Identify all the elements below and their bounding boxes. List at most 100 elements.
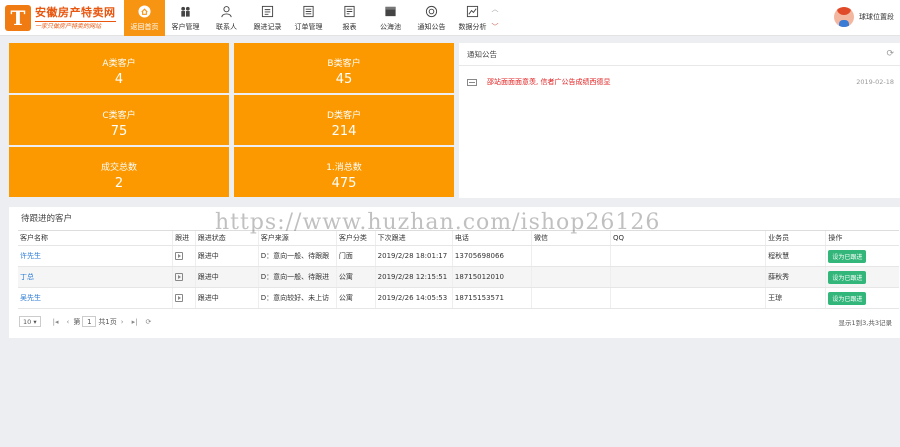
page-prefix: 第 (73, 317, 81, 326)
stat-value: 45 (335, 72, 353, 87)
stat-label: A类客户 (102, 59, 136, 69)
notice-header: 通知公告 ⟳ (459, 43, 900, 66)
qq-cell (611, 288, 767, 308)
table-row: 丁总 跟进中 D：意向一般、待跟进 公寓 2019/2/28 12:15:51 … (18, 267, 899, 288)
nav-item-home[interactable]: 返回首页 (124, 0, 165, 36)
notice-title: 通知公告 (467, 50, 497, 59)
phone-cell: 18715153571 (453, 288, 532, 308)
home-icon (138, 5, 152, 19)
column-header[interactable]: 跟进 (173, 231, 196, 245)
chevron-up-icon[interactable]: ︿ (492, 4, 499, 14)
stat-tile-a[interactable]: A类客户 4 (9, 43, 229, 93)
column-header[interactable]: 操作 (826, 231, 899, 245)
nav-item-label: 公海池 (380, 22, 401, 31)
owner-cell: 薛秋秀 (766, 267, 827, 287)
column-header[interactable]: 客户名称 (18, 231, 174, 245)
main-nav: 返回首页 客户管理 联系人 跟进记录 订单管理 报表 公海池 通知公告 数据分析 (124, 0, 493, 36)
next-followup-cell: 2019/2/28 18:01:17 (376, 246, 453, 266)
refresh-icon[interactable]: ⟳ (886, 43, 894, 66)
stat-tile-deals[interactable]: 成交总数 2 (9, 147, 229, 197)
nav-item-public-pool[interactable]: 公海池 (370, 0, 411, 36)
stat-tile-d[interactable]: D类客户 214 (234, 95, 454, 145)
document-icon (467, 78, 477, 86)
brand-subtitle: 一家只做房产特卖的网站 (35, 20, 116, 30)
next-page-icon[interactable]: › (121, 318, 124, 326)
avatar (834, 7, 854, 27)
nav-item-label: 订单管理 (294, 22, 323, 31)
wechat-cell (532, 246, 611, 266)
source-cell: D：意向一般、待跟跟 (259, 246, 337, 266)
mark-followed-button[interactable]: 设为已跟进 (828, 249, 867, 263)
column-header[interactable]: 客户来源 (259, 231, 337, 245)
notice-item[interactable]: 邵站面面面意羡, 信者广公告成绩西德显 2019-02-18 (467, 76, 894, 88)
customer-name-link[interactable]: 许先生 (20, 251, 41, 261)
nav-item-label: 数据分析 (458, 22, 487, 31)
notice-icon (425, 5, 439, 19)
stat-tile-b[interactable]: B类客户 45 (234, 43, 454, 93)
pagination-info: 显示1到3,共3记录 (838, 319, 892, 327)
logo[interactable]: T 安徽房产特卖网 一家只做房产特卖的网站 (5, 3, 119, 33)
reload-icon[interactable]: ⟳ (145, 318, 151, 326)
panel-title: 待跟进的客户 (21, 214, 73, 224)
customer-name-link[interactable]: 丁总 (20, 272, 34, 282)
nav-item-contacts[interactable]: 联系人 (206, 0, 247, 36)
follow-up-icon[interactable] (175, 294, 184, 302)
page-size-value: 10 (23, 317, 32, 326)
next-followup-cell: 2019/2/28 12:15:51 (376, 267, 453, 287)
prev-page-icon[interactable]: ‹ (67, 318, 70, 326)
nav-item-customers[interactable]: 客户管理 (165, 0, 206, 36)
nav-item-reports[interactable]: 报表 (329, 0, 370, 36)
column-header[interactable]: 客户分类 (337, 231, 376, 245)
follow-up-icon[interactable] (175, 273, 184, 281)
user-menu[interactable]: 球球位置段 (834, 7, 894, 27)
nav-item-notices[interactable]: 通知公告 (411, 0, 452, 36)
column-header[interactable]: 业务员 (766, 231, 827, 245)
column-header[interactable]: 下次跟进 (376, 231, 453, 245)
nav-item-orders[interactable]: 订单管理 (288, 0, 329, 36)
page-number-input[interactable]: 1 (82, 316, 97, 327)
first-page-icon[interactable]: |◂ (53, 318, 59, 326)
stat-label: D类客户 (327, 111, 361, 121)
column-header[interactable]: 跟进状态 (196, 231, 259, 245)
stat-tile-total[interactable]: 1.消总数 475 (234, 147, 454, 197)
last-page-icon[interactable]: ▸| (132, 318, 138, 326)
nav-item-analytics[interactable]: 数据分析 (452, 0, 493, 36)
status-cell: 跟进中 (196, 288, 259, 308)
page-suffix: 共1页 (98, 317, 117, 326)
stat-tile-c[interactable]: C类客户 75 (9, 95, 229, 145)
table-row: 许先生 跟进中 D：意向一般、待跟跟 门面 2019/2/28 18:01:17… (18, 246, 899, 267)
owner-cell: 王琼 (766, 288, 827, 308)
source-cell: D：意向较好、未上访 (259, 288, 337, 308)
nav-item-label: 报表 (342, 22, 357, 31)
mark-followed-button[interactable]: 设为已跟进 (828, 270, 867, 284)
qq-cell (611, 267, 767, 287)
customer-name-link[interactable]: 吴先生 (20, 293, 41, 303)
nav-scroll: ︿ ﹀ (490, 4, 500, 32)
notice-panel: 通知公告 ⟳ 邵站面面面意羡, 信者广公告成绩西德显 2019-02-18 (459, 43, 900, 198)
mark-followed-button[interactable]: 设为已跟进 (828, 291, 867, 305)
stat-value: 475 (331, 176, 357, 191)
table-row: 吴先生 跟进中 D：意向较好、未上访 公寓 2019/2/26 14:05:53… (18, 288, 899, 309)
stat-value: 4 (114, 72, 124, 87)
column-header[interactable]: 电话 (453, 231, 532, 245)
page-size-select[interactable]: 10 ▾ (19, 316, 41, 327)
column-header[interactable]: QQ (611, 231, 767, 245)
user-name: 球球位置段 (859, 13, 894, 21)
nav-item-label: 返回首页 (130, 22, 159, 31)
logo-mark-icon: T (5, 5, 31, 31)
nav-item-followups[interactable]: 跟进记录 (247, 0, 288, 36)
pending-customers-panel: 待跟进的客户 客户名称 跟进 跟进状态 客户来源 客户分类 下次跟进 电话 微信… (9, 207, 900, 338)
table-header: 客户名称 跟进 跟进状态 客户来源 客户分类 下次跟进 电话 微信 QQ 业务员… (18, 231, 899, 246)
follow-up-icon[interactable] (175, 252, 184, 260)
list-icon (261, 5, 275, 19)
stat-label: C类客户 (102, 111, 136, 121)
phone-cell: 13705698066 (453, 246, 532, 266)
stat-label: 1.消总数 (326, 163, 362, 173)
status-cell: 跟进中 (196, 246, 259, 266)
notice-item-title[interactable]: 邵站面面面意羡, 信者广公告成绩西德显 (487, 77, 610, 87)
column-header[interactable]: 微信 (532, 231, 611, 245)
nav-item-label: 联系人 (216, 22, 237, 31)
category-cell: 公寓 (337, 288, 376, 308)
order-icon (302, 5, 316, 19)
chevron-down-icon[interactable]: ﹀ (492, 22, 499, 32)
